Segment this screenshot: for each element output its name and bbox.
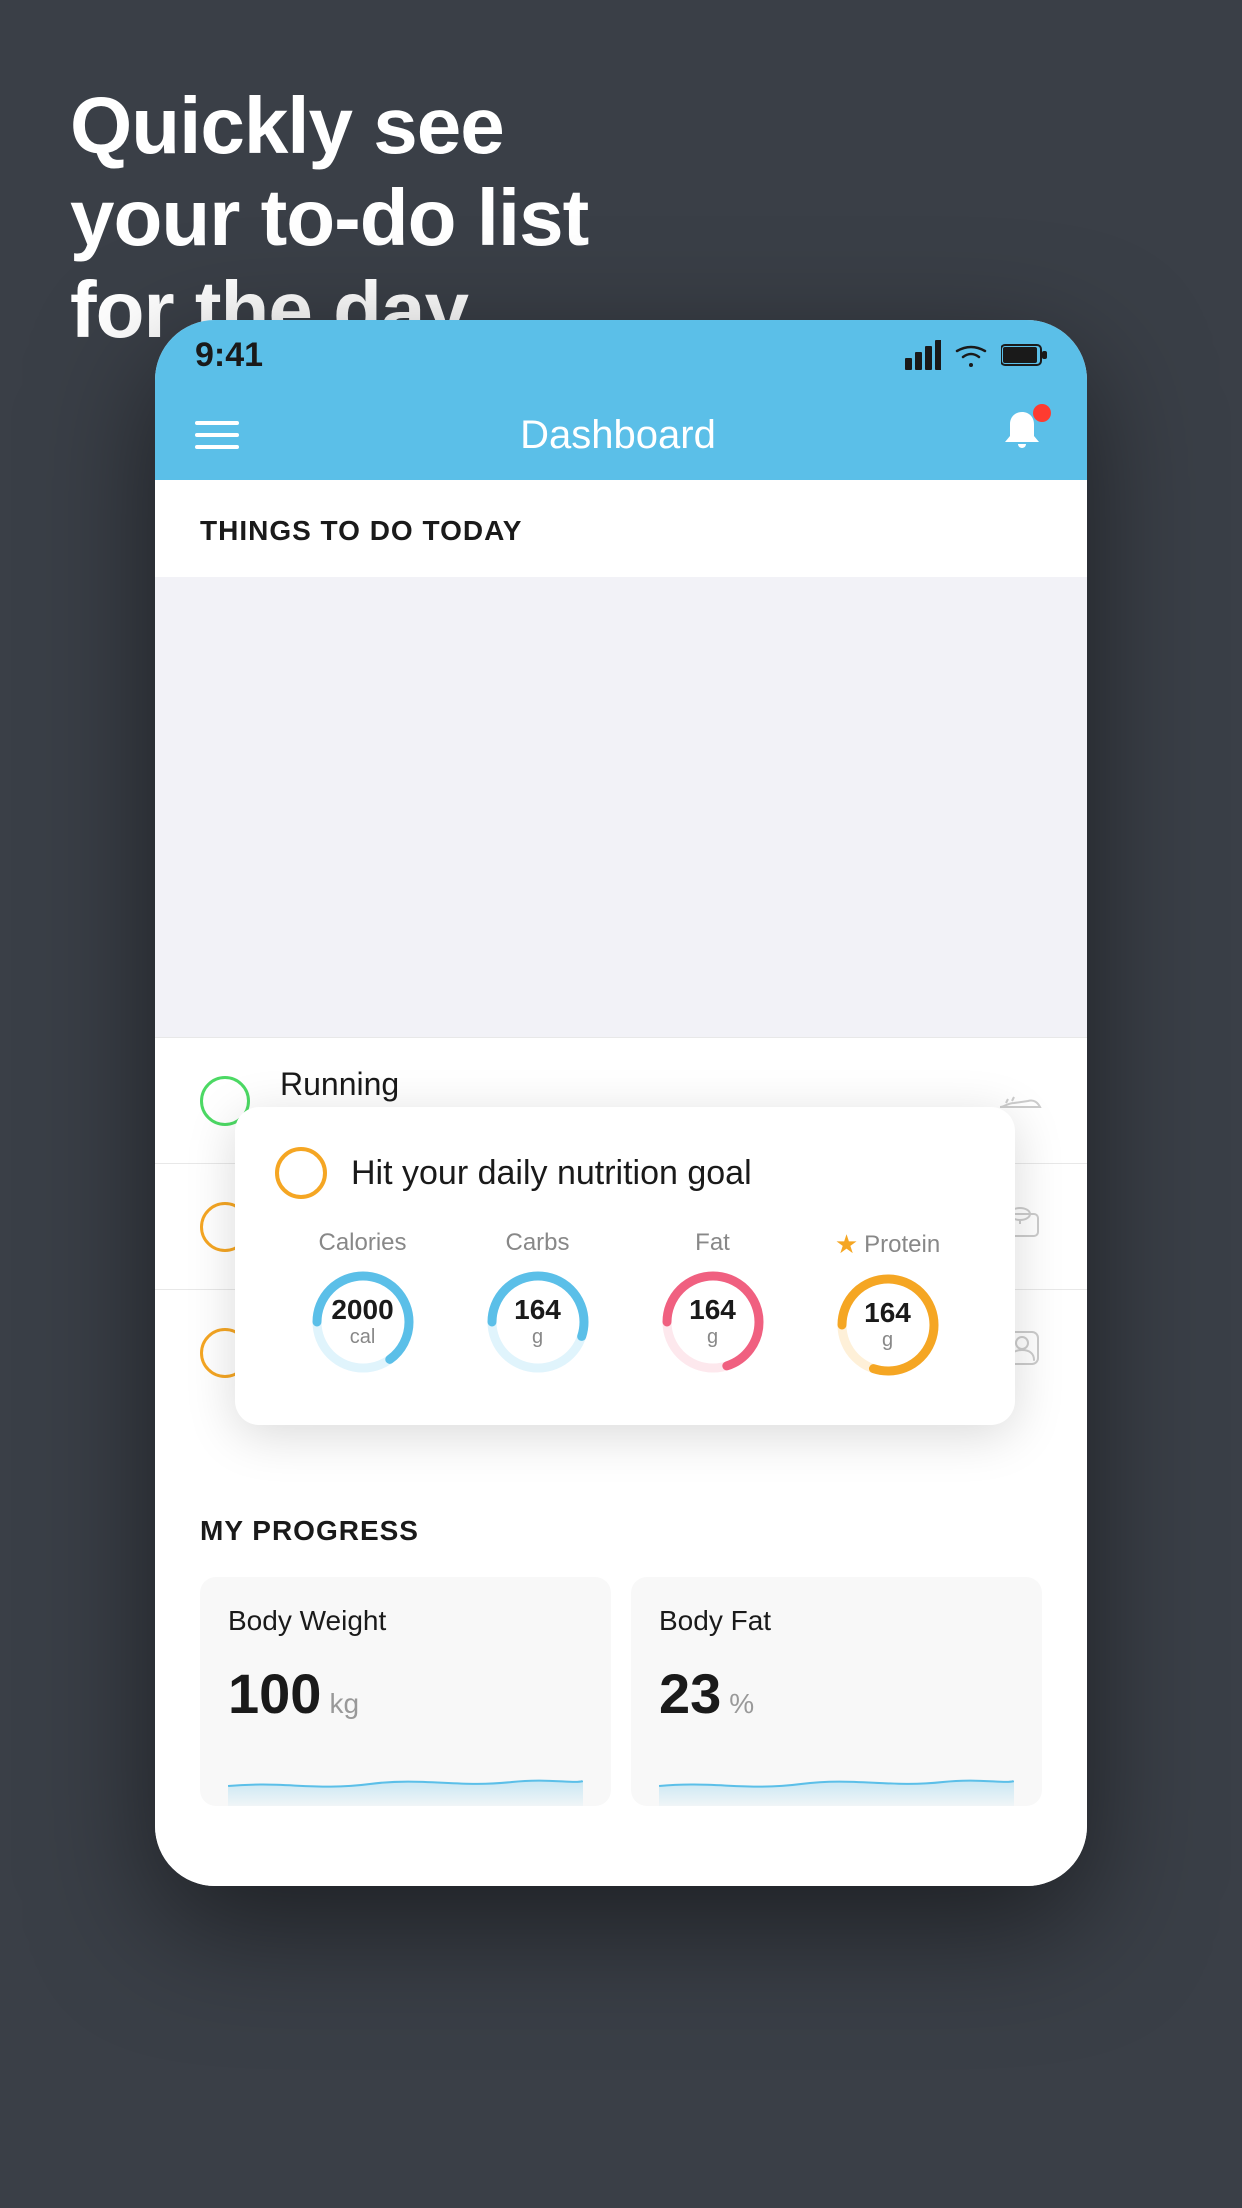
macro-label: Carbs (505, 1229, 569, 1257)
nutrition-card-header: Hit your daily nutrition goal (275, 1147, 975, 1199)
progress-value: 100 (228, 1661, 321, 1726)
todo-name: Running (280, 1066, 968, 1103)
macro-ring: 164 g (833, 1270, 943, 1380)
macro-ring-text: 2000 cal (331, 1295, 393, 1349)
star-icon: ★ (835, 1229, 858, 1260)
nav-title: Dashboard (520, 413, 716, 458)
macro-ring: 164 g (483, 1267, 593, 1377)
macro-item: Calories 2000 cal (308, 1229, 418, 1377)
macro-unit: cal (331, 1326, 393, 1349)
macro-item: Fat 164 g (658, 1229, 768, 1377)
notification-dot (1033, 404, 1051, 422)
progress-section-title: MY PROGRESS (200, 1515, 1042, 1547)
nutrition-check-circle[interactable] (275, 1147, 327, 1199)
hamburger-menu[interactable] (195, 421, 239, 449)
headline-line2: your to-do list (70, 172, 588, 264)
headline-line1: Quickly see (70, 80, 588, 172)
macro-label: ★Protein (835, 1229, 940, 1260)
macro-unit: g (864, 1329, 911, 1352)
status-icons (905, 340, 1047, 370)
hamburger-line (195, 445, 239, 449)
progress-cards: Body Weight 100 kg Body Fat 23 % (200, 1577, 1042, 1806)
macro-unit: g (689, 1326, 736, 1349)
headline: Quickly see your to-do list for the day. (70, 80, 588, 356)
progress-chart (659, 1746, 1014, 1806)
macro-ring-text: 164 g (864, 1298, 911, 1352)
bottom-padding (155, 1846, 1087, 1886)
macro-value: 2000 (331, 1295, 393, 1326)
macro-value: 164 (864, 1298, 911, 1329)
macro-unit: g (514, 1326, 561, 1349)
hamburger-line (195, 421, 239, 425)
progress-card-label: Body Fat (659, 1605, 1014, 1637)
status-bar: 9:41 (155, 320, 1087, 390)
things-section: THINGS TO DO TODAY (155, 480, 1087, 547)
status-time: 9:41 (195, 336, 263, 375)
macro-ring-text: 164 g (689, 1295, 736, 1349)
progress-unit: kg (329, 1688, 359, 1720)
progress-chart (228, 1746, 583, 1806)
nav-bar: Dashboard (155, 390, 1087, 480)
progress-card[interactable]: Body Weight 100 kg (200, 1577, 611, 1806)
shoe-icon (998, 1081, 1042, 1113)
progress-value-row: 100 kg (228, 1661, 583, 1726)
progress-card[interactable]: Body Fat 23 % (631, 1577, 1042, 1806)
nutrition-card: Hit your daily nutrition goal Calories 2… (235, 1107, 1015, 1425)
macro-ring: 2000 cal (308, 1267, 418, 1377)
battery-icon (1001, 343, 1047, 367)
macro-item: Carbs 164 g (483, 1229, 593, 1377)
macro-value: 164 (689, 1295, 736, 1326)
nutrition-macros: Calories 2000 cal Carbs 164 (275, 1229, 975, 1380)
nutrition-card-title: Hit your daily nutrition goal (351, 1154, 752, 1193)
progress-chart-wave (659, 1746, 1014, 1806)
macro-item: ★Protein 164 g (833, 1229, 943, 1380)
progress-value: 23 (659, 1661, 721, 1726)
macro-ring-text: 164 g (514, 1295, 561, 1349)
progress-card-label: Body Weight (228, 1605, 583, 1637)
macro-value: 164 (514, 1295, 561, 1326)
hamburger-line (195, 433, 239, 437)
phone-mockup: 9:41 (155, 320, 1087, 1886)
wifi-icon (953, 341, 989, 369)
things-section-title: THINGS TO DO TODAY (200, 515, 522, 546)
progress-unit: % (729, 1688, 754, 1720)
macro-ring: 164 g (658, 1267, 768, 1377)
signal-icon (905, 340, 941, 370)
macro-label: Fat (695, 1229, 730, 1257)
notification-button[interactable] (997, 408, 1047, 463)
macro-label: Calories (318, 1229, 406, 1257)
progress-value-row: 23 % (659, 1661, 1014, 1726)
progress-chart-wave (228, 1746, 583, 1806)
progress-section: MY PROGRESS Body Weight 100 kg Body Fat (155, 1475, 1087, 1846)
